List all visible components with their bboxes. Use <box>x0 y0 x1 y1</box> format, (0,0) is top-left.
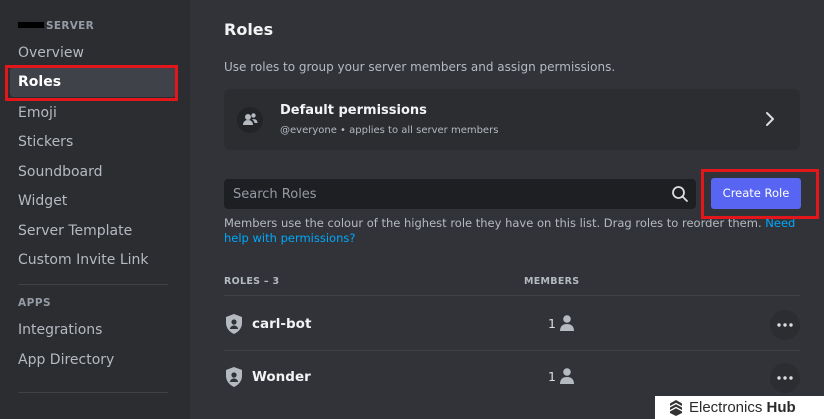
search-roles-box <box>224 179 696 209</box>
sidebar-item-overview[interactable]: Overview <box>10 38 176 68</box>
roles-highlight-box <box>5 65 178 101</box>
person-icon <box>559 314 575 332</box>
role-name: Wonder <box>252 369 311 385</box>
sidebar-item-app-directory[interactable]: App Directory <box>10 345 176 375</box>
page-title: Roles <box>224 20 274 39</box>
sidebar-item-widget[interactable]: Widget <box>10 186 176 216</box>
sidebar-item-stickers[interactable]: Stickers <box>10 127 176 157</box>
search-roles-input[interactable] <box>224 179 664 209</box>
more-options-button[interactable] <box>770 310 800 340</box>
sidebar-divider <box>18 392 168 393</box>
default-permissions-subtitle: @everyone • applies to all server member… <box>280 125 499 136</box>
redacted-server-name <box>18 22 44 28</box>
apps-heading: APPS <box>18 297 52 309</box>
person-icon <box>559 367 575 385</box>
role-name: carl-bot <box>252 316 312 332</box>
sidebar-item-soundboard[interactable]: Soundboard <box>10 157 176 187</box>
chevron-right-icon <box>760 109 780 129</box>
page-description: Use roles to group your server members a… <box>224 60 616 74</box>
sidebar-divider <box>18 284 168 285</box>
role-row-carl-bot[interactable]: carl-bot 1 <box>224 298 800 350</box>
create-role-highlight-box <box>701 169 819 219</box>
sidebar-item-custom-invite-link[interactable]: Custom Invite Link <box>10 245 176 275</box>
sidebar-item-integrations[interactable]: Integrations <box>10 315 176 345</box>
electronics-hub-watermark: Electronics Hub <box>655 396 824 419</box>
people-icon <box>237 107 263 133</box>
role-member-count: 1 <box>548 369 556 384</box>
default-permissions-card[interactable]: Default permissions @everyone • applies … <box>224 89 800 150</box>
role-order-helper-text: Members use the colour of the highest ro… <box>224 216 796 245</box>
electronics-hub-logo-icon <box>669 399 683 417</box>
members-column-header: MEMBERS <box>524 276 580 287</box>
server-name-heading: SERVER <box>18 20 94 32</box>
role-member-count: 1 <box>548 316 556 331</box>
settings-sidebar: SERVER Overview Roles Emoji Stickers Sou… <box>0 0 190 419</box>
table-divider <box>224 295 800 296</box>
sidebar-item-server-template[interactable]: Server Template <box>10 216 176 246</box>
roles-count-header: ROLES – 3 <box>224 276 280 287</box>
watermark-text: Electronics Hub <box>689 399 796 416</box>
role-shield-icon <box>224 313 244 335</box>
default-permissions-title: Default permissions <box>280 103 427 118</box>
search-icon[interactable] <box>671 185 689 203</box>
role-shield-icon <box>224 366 244 388</box>
sidebar-item-emoji[interactable]: Emoji <box>10 98 176 128</box>
more-options-button[interactable] <box>770 363 800 393</box>
